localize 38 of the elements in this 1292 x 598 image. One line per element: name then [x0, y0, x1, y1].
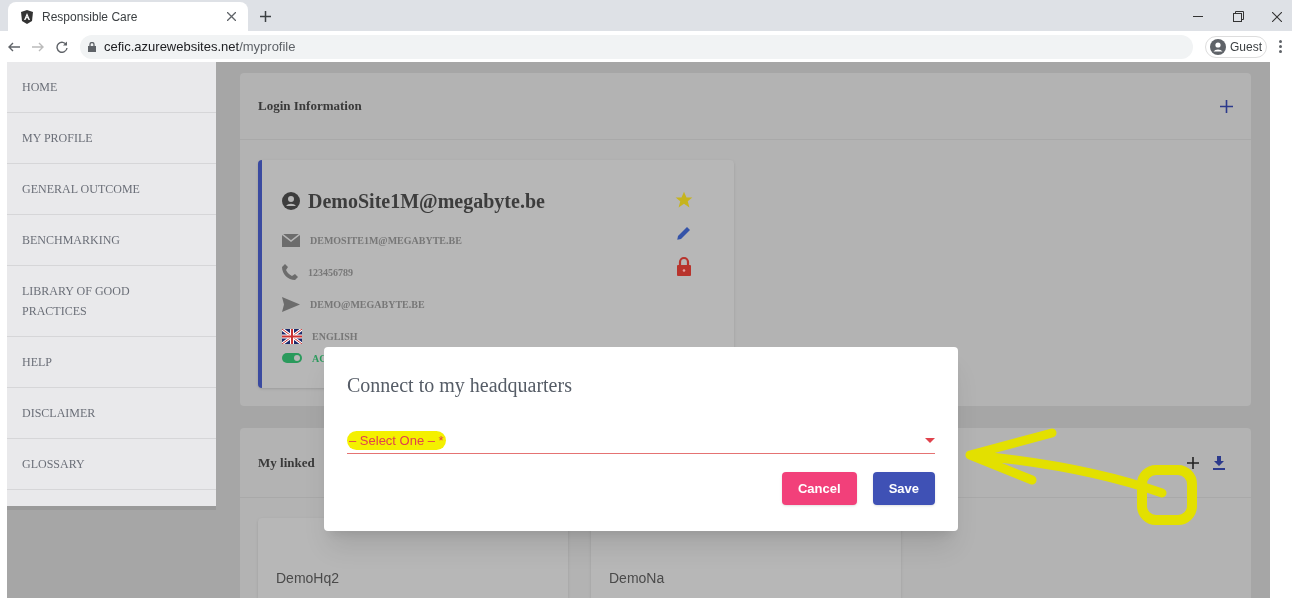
toggle-switch[interactable] [282, 353, 302, 363]
new-tab-icon[interactable] [260, 11, 271, 22]
add-icon[interactable] [1220, 99, 1233, 113]
cancel-button[interactable]: Cancel [782, 472, 857, 505]
browser-tab[interactable]: Responsible Care [8, 2, 248, 31]
close-window-icon[interactable] [1272, 12, 1282, 22]
caret-icon [925, 438, 935, 443]
profile-detail: DEMO@MEGABYTE.BE [310, 297, 425, 312]
profile-detail: DEMOSITE1M@MEGABYTE.BE [310, 233, 462, 248]
dialog-title: Connect to my headquarters [347, 373, 572, 398]
back-icon[interactable] [8, 41, 20, 52]
envelope-icon [282, 233, 300, 247]
shield-logo-icon [20, 9, 34, 24]
lock-icon [88, 41, 96, 52]
flag-icon [282, 328, 302, 344]
save-button[interactable]: Save [872, 472, 935, 505]
select-field[interactable]: – Select One – * [347, 428, 935, 454]
phone-icon [282, 264, 298, 280]
star-icon[interactable] [674, 190, 694, 210]
person-icon [1210, 38, 1226, 55]
panel-title: Login Information [258, 97, 362, 116]
padlock-icon[interactable] [676, 256, 692, 276]
profile-detail: 123456789 [308, 265, 353, 280]
download-icon[interactable] [1213, 455, 1225, 470]
panel-title: My linked [258, 453, 315, 472]
pencil-icon[interactable] [675, 224, 693, 242]
profile-detail: ENGLISH [312, 329, 358, 344]
add-icon[interactable] [1187, 456, 1199, 469]
tab-title: Responsible Care [42, 8, 139, 26]
send-icon [282, 296, 300, 312]
address-bar[interactable]: cefic.azurewebsites.net/myprofile [80, 34, 1193, 59]
menu-icon[interactable] [1279, 40, 1282, 53]
url-text: cefic.azurewebsites.net/myprofile [104, 37, 296, 56]
close-icon[interactable] [227, 12, 236, 21]
user-icon [282, 192, 300, 210]
account-name: DemoSite1M@megabyte.be [308, 189, 545, 215]
reload-icon[interactable] [56, 40, 68, 53]
restore-icon[interactable] [1233, 11, 1244, 22]
